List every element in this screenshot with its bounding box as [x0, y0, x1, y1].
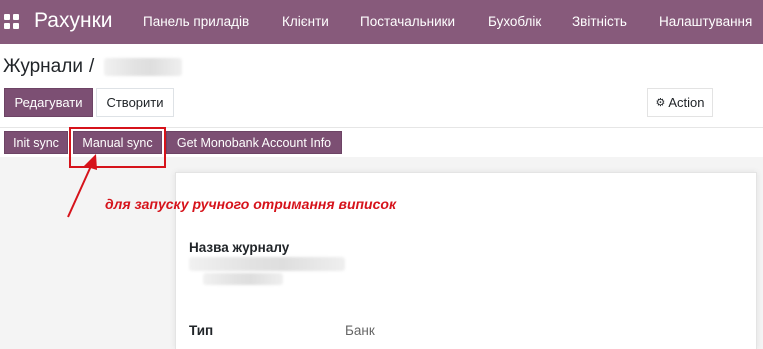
init-sync-button[interactable]: Init sync	[4, 131, 68, 154]
menu-item-configuration[interactable]: Налаштування	[659, 14, 752, 30]
menu-item-reporting[interactable]: Звітність	[572, 14, 627, 30]
apps-grid-icon[interactable]	[4, 14, 19, 29]
menu-item-accounting[interactable]: Бухоблік	[488, 14, 541, 30]
journal-name-value-redacted	[189, 257, 347, 287]
menu-item-dashboard[interactable]: Панель приладів	[143, 14, 249, 30]
breadcrumb-current-redacted	[104, 58, 183, 76]
top-navbar: Рахунки Панель приладів Клієнти Постачал…	[0, 0, 763, 44]
type-value[interactable]: Банк	[345, 323, 375, 339]
manual-sync-button[interactable]: Manual sync	[73, 131, 162, 154]
action-dropdown-button[interactable]: ⚙ Action	[647, 88, 713, 117]
menu-item-customers[interactable]: Клієнти	[282, 14, 329, 30]
create-button[interactable]: Створити	[96, 88, 174, 117]
control-panel-divider	[0, 127, 763, 128]
gear-icon: ⚙	[655, 96, 666, 109]
breadcrumb-journals[interactable]: Журнали	[3, 56, 83, 78]
annotation-text: для запуску ручного отримання виписок	[105, 196, 397, 212]
journal-name-label: Назва журналу	[189, 240, 290, 255]
action-label: Action	[668, 94, 705, 110]
edit-button[interactable]: Редагувати	[4, 88, 93, 117]
menu-item-vendors[interactable]: Постачальники	[360, 14, 455, 30]
redacted-text-line	[189, 257, 345, 271]
breadcrumb-separator: /	[88, 56, 95, 77]
redacted-text-line	[203, 273, 283, 285]
type-label: Тип	[189, 323, 214, 338]
get-monobank-account-info-button[interactable]: Get Monobank Account Info	[166, 131, 342, 154]
breadcrumb: Журнали /	[3, 56, 183, 78]
app-title[interactable]: Рахунки	[34, 9, 113, 33]
